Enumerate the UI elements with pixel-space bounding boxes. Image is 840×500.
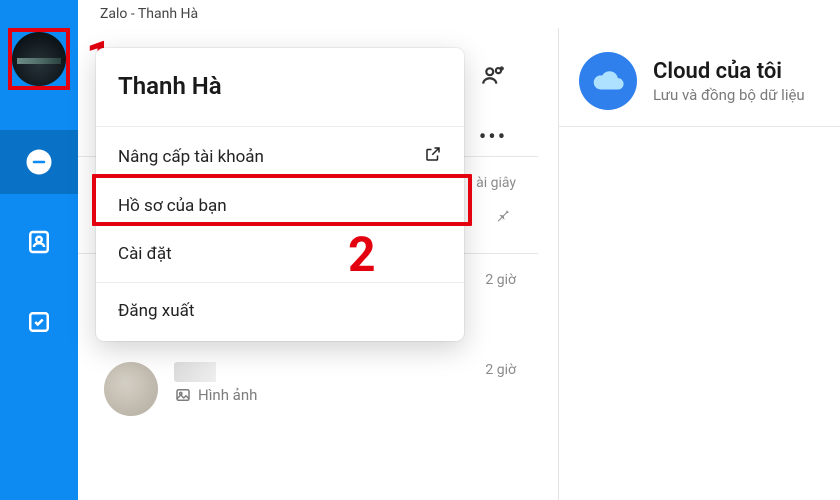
- nav-contacts[interactable]: [0, 210, 78, 274]
- right-header: Cloud của tôi Lưu và đồng bộ dữ liệu: [559, 28, 840, 127]
- list-item[interactable]: Hình ảnh 2 giờ: [78, 344, 538, 434]
- cloud-icon: [579, 52, 637, 110]
- conv-header-actions: •••: [476, 58, 510, 154]
- popup-username: Thanh Hà: [96, 48, 464, 122]
- conv-time: ài giây: [476, 175, 516, 191]
- more-button[interactable]: •••: [476, 120, 510, 154]
- menu-your-profile[interactable]: Hồ sơ của bạn: [96, 182, 464, 230]
- nav-todo[interactable]: [0, 290, 78, 354]
- app-sidebar: [0, 0, 78, 500]
- avatar-highlight: [8, 28, 70, 90]
- divider: [96, 126, 464, 127]
- window-title-bar: Zalo - Thanh Hà: [78, 0, 840, 28]
- todo-icon: [24, 307, 54, 337]
- contacts-icon: [24, 227, 54, 257]
- divider: [96, 282, 464, 283]
- conv-snippet: Hình ảnh: [174, 386, 520, 404]
- conv-time: 2 giờ: [485, 272, 516, 288]
- account-popup: Thanh Hà Nâng cấp tài khoản Hồ sơ của bạ…: [96, 48, 464, 341]
- conv-time: 2 giờ: [485, 362, 516, 378]
- user-avatar[interactable]: [12, 32, 66, 86]
- add-group-icon: [480, 62, 506, 88]
- more-icon: •••: [479, 125, 507, 150]
- add-group-button[interactable]: [476, 58, 510, 92]
- menu-settings[interactable]: Cài đặt: [96, 230, 464, 278]
- menu-label: Nâng cấp tài khoản: [118, 147, 264, 167]
- menu-label: Hồ sơ của bạn: [118, 196, 227, 216]
- menu-label: Cài đặt: [118, 244, 172, 264]
- pin-icon: [494, 205, 512, 227]
- external-link-icon: [424, 145, 442, 168]
- right-subtitle: Lưu và đồng bộ dữ liệu: [653, 86, 805, 104]
- conv-avatar: [104, 362, 158, 416]
- image-icon: [174, 386, 192, 404]
- conv-title: [174, 362, 314, 382]
- menu-logout[interactable]: Đăng xuất: [96, 287, 464, 335]
- menu-upgrade-account[interactable]: Nâng cấp tài khoản: [96, 131, 464, 182]
- chat-icon: [24, 147, 54, 177]
- annotation-two: 2: [348, 226, 376, 283]
- right-panel: Cloud của tôi Lưu và đồng bộ dữ liệu: [558, 28, 840, 500]
- right-title: Cloud của tôi: [653, 59, 805, 84]
- window-title: Zalo - Thanh Hà: [100, 6, 198, 22]
- menu-label: Đăng xuất: [118, 301, 194, 321]
- nav-chat[interactable]: [0, 130, 78, 194]
